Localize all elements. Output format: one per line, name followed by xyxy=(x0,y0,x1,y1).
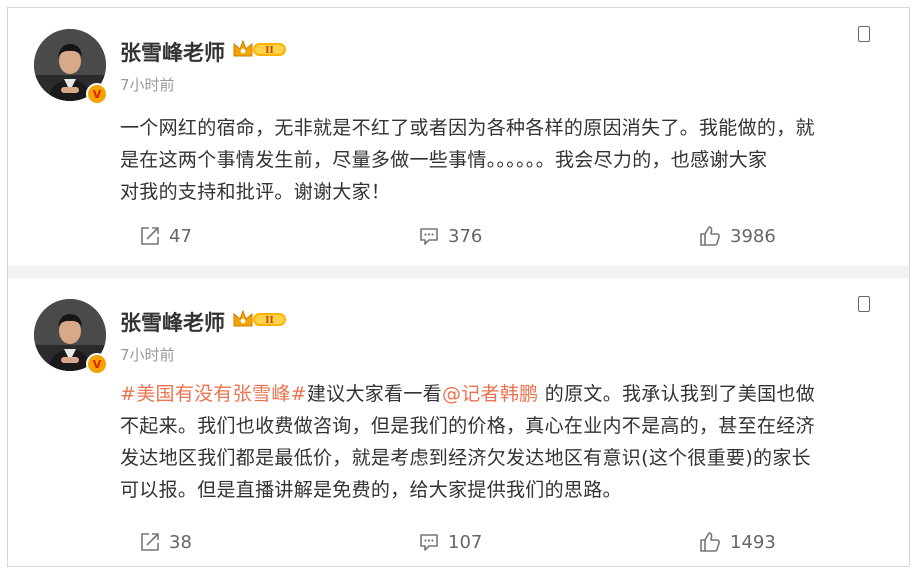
comment-icon xyxy=(420,534,438,551)
share-button[interactable]: 38 xyxy=(139,527,192,557)
like-count: 3986 xyxy=(730,225,776,247)
more-options-icon[interactable] xyxy=(858,26,870,42)
comment-count: 376 xyxy=(448,225,483,247)
thumbs-up-icon xyxy=(700,226,720,246)
post-time[interactable]: 7小时前 xyxy=(120,344,175,365)
vip-level-label: II xyxy=(265,316,273,326)
action-bar: 38 107 1493 xyxy=(8,527,909,557)
post-text-line: 不起来。我们也收费做咨询，但是我们的价格，真心在业内不是高的，甚至在经济 xyxy=(120,415,815,437)
verified-badge: V xyxy=(86,83,108,105)
vip-level-label: II xyxy=(265,46,273,56)
verified-badge-label: V xyxy=(92,357,102,371)
thumbs-up-icon xyxy=(700,532,720,552)
post-text-line: 是在这两个事情发生前，尽量多做一些事情。。。。。。我会尽力的，也感谢大家 xyxy=(120,149,768,171)
weibo-post: V 张雪峰老师 II 7小时前 一个网红的宿命，无非就是不红了或者因为各种各样的… xyxy=(8,8,909,266)
like-count: 1493 xyxy=(730,531,776,553)
post-text-segment: 的原文。我承认我到了美国也做 xyxy=(538,383,816,405)
post-time[interactable]: 7小时前 xyxy=(120,74,175,95)
share-icon xyxy=(141,227,159,245)
post-text: #美国有没有张雪峰#建议大家看一看@记者韩鹏 的原文。我承认我到了美国也做 不起… xyxy=(120,378,892,506)
comment-count: 107 xyxy=(448,531,483,553)
verified-badge: V xyxy=(86,353,108,375)
post-text-line: 发达地区我们都是最低价，就是考虑到经济欠发达地区有意识(这个很重要)的家长 xyxy=(120,447,811,469)
author-name[interactable]: 张雪峰老师 xyxy=(120,37,225,67)
vip-crown-icon[interactable]: II xyxy=(231,38,289,60)
post-text: 一个网红的宿命，无非就是不红了或者因为各种各样的原因消失了。我能做的，就 是在这… xyxy=(120,112,892,208)
share-button[interactable]: 47 xyxy=(139,221,192,251)
like-button[interactable]: 3986 xyxy=(698,221,776,251)
weibo-post: V 张雪峰老师 II 7小时前 #美国有没有张雪峰#建议大家看一看@记者韩鹏 的… xyxy=(8,278,909,566)
topic-hashtag-link[interactable]: #美国有没有张雪峰# xyxy=(120,383,307,405)
post-divider xyxy=(8,266,909,278)
comment-button[interactable]: 376 xyxy=(418,221,482,251)
verified-badge-label: V xyxy=(92,87,102,101)
mention-link[interactable]: @记者韩鹏 xyxy=(442,383,539,405)
like-button[interactable]: 1493 xyxy=(698,527,776,557)
comment-button[interactable]: 107 xyxy=(418,527,482,557)
post-text-line: 对我的支持和批评。谢谢大家！ xyxy=(120,181,391,203)
post-text-line: 一个网红的宿命，无非就是不红了或者因为各种各样的原因消失了。我能做的，就 xyxy=(120,117,815,139)
post-text-line: #美国有没有张雪峰#建议大家看一看@记者韩鹏 的原文。我承认我到了美国也做 xyxy=(120,378,892,410)
more-options-icon[interactable] xyxy=(858,296,870,312)
share-count: 47 xyxy=(169,225,192,247)
share-icon xyxy=(141,533,159,551)
weibo-feed: V 张雪峰老师 II 7小时前 一个网红的宿命，无非就是不红了或者因为各种各样的… xyxy=(7,7,910,567)
author-name[interactable]: 张雪峰老师 xyxy=(120,307,225,337)
post-text-line: 可以报。但是直播讲解是免费的，给大家提供我们的思路。 xyxy=(120,479,622,501)
post-text-segment: 建议大家看一看 xyxy=(306,383,442,405)
share-count: 38 xyxy=(169,531,192,553)
vip-crown-icon[interactable]: II xyxy=(231,308,289,330)
comment-icon xyxy=(420,228,438,245)
action-bar: 47 376 3986 xyxy=(8,221,909,251)
